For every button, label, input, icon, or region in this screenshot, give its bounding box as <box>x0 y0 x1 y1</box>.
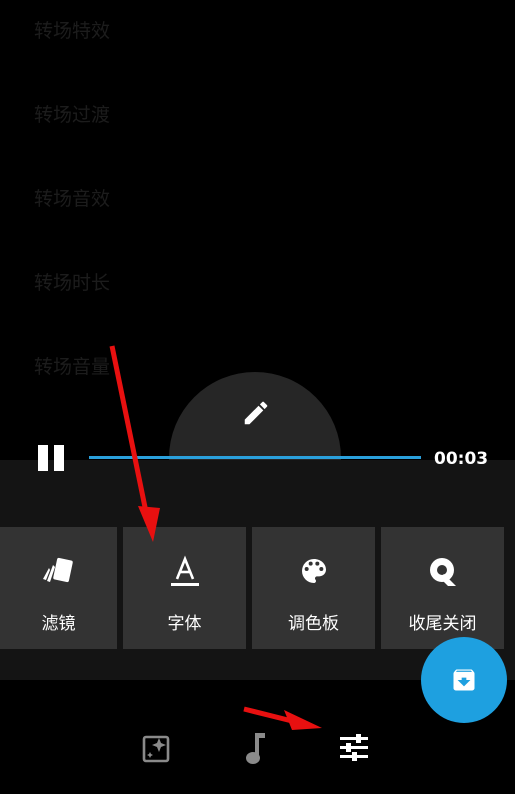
background-list-item: 转场过渡 <box>34 104 111 126</box>
ending-icon <box>426 555 460 593</box>
sliders-icon[interactable] <box>338 733 370 767</box>
save-fab-button[interactable] <box>421 637 507 723</box>
font-icon <box>168 555 202 593</box>
tool-label: 收尾关闭 <box>408 614 477 634</box>
tool-label: 调色板 <box>288 614 339 634</box>
background-list-item: 转场音效 <box>34 188 111 210</box>
pencil-icon <box>241 398 271 428</box>
tool-filter[interactable]: 滤镜 <box>0 527 117 649</box>
pause-button[interactable] <box>36 443 68 473</box>
archive-download-icon <box>453 669 475 691</box>
tool-label: 滤镜 <box>41 614 76 634</box>
tool-palette[interactable]: 调色板 <box>252 527 375 649</box>
tool-ending[interactable]: 收尾关闭 <box>381 527 504 649</box>
background-list-item: 转场音量 <box>34 356 111 378</box>
pause-icon <box>54 445 64 471</box>
background-list-item: 转场特效 <box>34 20 111 42</box>
progress-bar[interactable] <box>89 456 421 459</box>
background-list-item: 转场时长 <box>34 272 111 294</box>
pause-icon <box>38 445 48 471</box>
palette-icon <box>298 555 330 591</box>
tool-label: 字体 <box>167 614 202 634</box>
music-note-icon[interactable] <box>243 731 269 769</box>
filter-cards-icon <box>41 555 77 593</box>
playback-time: 00:03 <box>434 449 489 469</box>
tool-font[interactable]: 字体 <box>123 527 246 649</box>
photo-sparkle-icon[interactable] <box>142 733 172 767</box>
annotation-arrowhead <box>284 710 322 730</box>
annotation-arrow-line <box>243 706 293 724</box>
